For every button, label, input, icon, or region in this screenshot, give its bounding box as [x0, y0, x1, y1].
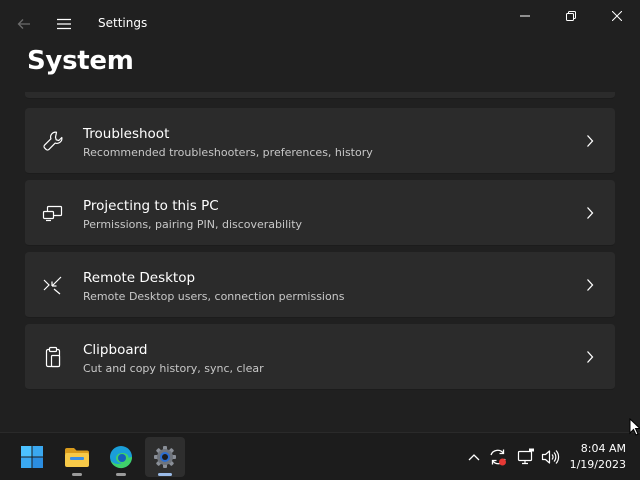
chevron-right-icon — [583, 349, 597, 365]
close-icon — [612, 11, 622, 21]
settings-taskbar-button[interactable] — [145, 437, 185, 477]
window-title: Settings — [98, 16, 148, 30]
title-bar: Settings — [0, 0, 640, 48]
folder-icon — [65, 448, 89, 467]
back-button[interactable] — [12, 12, 36, 36]
chevron-up-icon — [468, 454, 480, 461]
restore-button[interactable] — [548, 0, 594, 32]
settings-window: Settings System Troubleshoot Recommended… — [0, 0, 640, 432]
settings-gear-icon — [154, 446, 176, 468]
projector-icon — [41, 201, 65, 225]
windows-logo-icon — [21, 446, 43, 468]
edge-icon — [110, 446, 133, 469]
clock-time: 8:04 AM — [580, 442, 626, 455]
hamburger-icon — [57, 18, 71, 30]
card-title: Clipboard — [83, 342, 148, 358]
back-arrow-icon — [17, 19, 30, 29]
chevron-right-icon — [583, 133, 597, 149]
troubleshoot-card[interactable]: Troubleshoot Recommended troubleshooters… — [25, 108, 615, 174]
page-title: System — [27, 46, 134, 76]
wrench-icon — [41, 129, 65, 153]
settings-list[interactable]: Troubleshoot Recommended troubleshooters… — [0, 92, 640, 432]
volume-button[interactable] — [540, 447, 560, 467]
mouse-cursor-icon — [629, 418, 640, 436]
active-indicator — [158, 473, 172, 476]
settings-card-partial[interactable] — [25, 92, 615, 99]
taskbar: 8:04 AM 1/19/2023 — [0, 432, 640, 480]
clipboard-icon — [41, 345, 65, 369]
chevron-right-icon — [583, 277, 597, 293]
remote-desktop-icon — [41, 273, 65, 297]
card-title: Remote Desktop — [83, 270, 196, 286]
file-explorer-button[interactable] — [57, 437, 97, 477]
running-indicator — [72, 473, 82, 476]
edge-button[interactable] — [101, 437, 141, 477]
show-hidden-icons-button[interactable] — [464, 447, 484, 467]
update-status-button[interactable] — [488, 447, 508, 467]
card-subtitle: Recommended troubleshooters, preferences… — [83, 146, 373, 159]
projecting-card[interactable]: Projecting to this PC Permissions, pairi… — [25, 180, 615, 246]
card-subtitle: Permissions, pairing PIN, discoverabilit… — [83, 218, 303, 231]
clock[interactable]: 8:04 AM 1/19/2023 — [570, 441, 626, 473]
chevron-right-icon — [583, 205, 597, 221]
remote-desktop-card[interactable]: Remote Desktop Remote Desktop users, con… — [25, 252, 615, 318]
minimize-icon — [520, 15, 530, 17]
running-indicator — [116, 473, 126, 476]
card-title: Troubleshoot — [83, 126, 170, 142]
network-icon — [517, 448, 534, 465]
clipboard-card[interactable]: Clipboard Cut and copy history, sync, cl… — [25, 324, 615, 390]
card-title: Projecting to this PC — [83, 198, 219, 214]
speaker-icon — [541, 450, 560, 464]
network-button[interactable] — [516, 447, 536, 467]
close-button[interactable] — [594, 0, 640, 32]
restore-icon — [566, 11, 576, 21]
navigation-menu-button[interactable] — [52, 12, 76, 36]
sync-icon — [490, 449, 506, 466]
start-button[interactable] — [12, 437, 52, 477]
card-subtitle: Remote Desktop users, connection permiss… — [83, 290, 345, 303]
card-subtitle: Cut and copy history, sync, clear — [83, 362, 264, 375]
clock-date: 1/19/2023 — [569, 458, 626, 471]
minimize-button[interactable] — [502, 0, 548, 32]
